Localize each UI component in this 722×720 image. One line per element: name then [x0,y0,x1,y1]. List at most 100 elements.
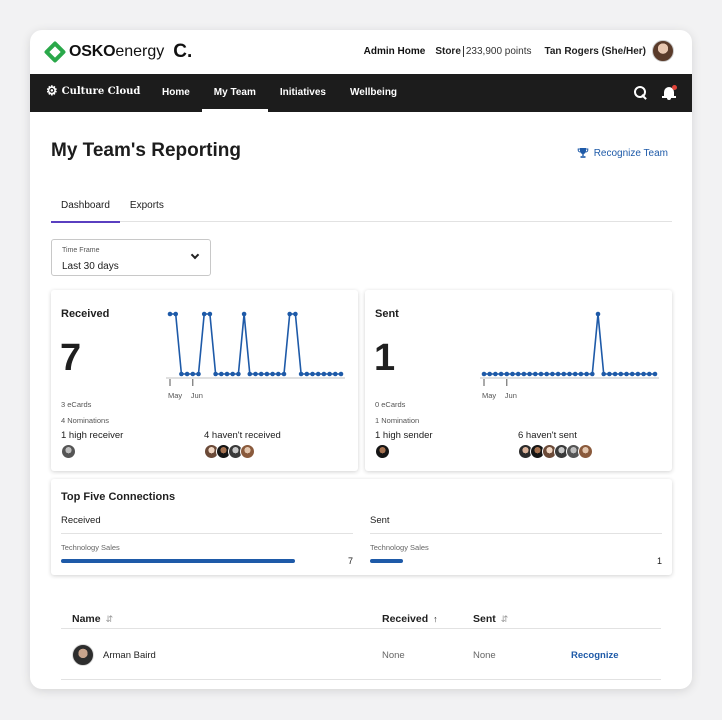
user-avatar[interactable] [652,40,674,62]
sparkline-point [550,371,555,377]
sparkline-point [641,371,646,377]
sent-total: 1 [374,337,396,379]
sparkline-point [253,371,258,377]
sparkline-point [179,371,184,377]
sparkline-point [310,371,315,377]
avatar[interactable] [72,644,94,666]
user-name[interactable]: Tan Rogers (She/Her) [545,46,647,57]
row-sent: None [473,650,496,661]
top-bar: OSKO energy C. Admin Home Store 233,900 … [30,30,692,74]
table-header-divider [61,628,661,629]
nav-item-my-team[interactable]: My Team [201,74,268,112]
received-title: Received [61,308,110,320]
app-window: OSKO energy C. Admin Home Store 233,900 … [30,30,692,689]
sparkline-point [555,371,561,377]
logo-energy-text: energy [115,43,165,60]
timeframe-select[interactable]: Time Frame Last 30 days [51,239,211,276]
sparkline-point [298,371,304,377]
connections-received-value: 7 [347,556,353,566]
column-received-label: Received [382,613,429,625]
culture-cloud-brand[interactable]: ⚙ Culture Cloud [46,85,140,98]
brand-label: Culture Cloud [61,86,141,97]
sparkline-point [213,371,218,377]
store-link[interactable]: Store [435,46,461,57]
sparkline-point [167,311,173,317]
high-receiver-avatars [61,444,76,459]
column-sent-label: Sent [473,613,496,625]
connections-sent-header: Sent [370,515,662,534]
timeframe-value: Last 30 days [62,261,119,272]
bell-icon[interactable] [662,85,677,100]
havent-received-avatars [204,444,255,459]
sparkline-point [196,371,201,377]
connections-received-bar [61,559,295,563]
column-header-name[interactable]: Name ⇵ [72,613,113,625]
cloud-gear-icon: ⚙ [46,84,58,99]
row-name[interactable]: Arman Baird [103,650,156,661]
received-total: 7 [60,337,82,379]
sparkline-point [544,371,549,377]
sort-icon: ⇵ [105,613,114,624]
osko-diamond-icon [43,40,67,64]
tab-dashboard[interactable]: Dashboard [51,192,120,223]
avatar[interactable] [375,444,390,459]
connections-title: Top Five Connections [61,491,176,503]
top-five-connections-card: Top Five Connections Received Technology… [51,479,672,575]
column-header-received[interactable]: Received ↑ [382,613,438,625]
logo-osko-text: OSKO [69,43,116,60]
avatar[interactable] [61,444,76,459]
sparkline-point [652,371,658,377]
havent-received-label: 4 haven't received [204,430,281,441]
avatar[interactable] [578,444,593,459]
received-sparkline: May Jun [166,311,345,400]
received-ecards: 3 eCards [61,400,92,409]
sparkline-month-label: Jun [505,391,517,400]
nav-item-home[interactable]: Home [150,74,202,112]
sparkline-point [481,371,487,377]
sparkline-point [584,371,589,377]
timeframe-label: Time Frame [62,247,100,254]
sparkline-point [281,371,287,377]
sparkline-point [493,371,498,377]
high-receiver-label: 1 high receiver [61,430,124,441]
nav-icons [633,85,677,100]
sent-sparkline: May Jun [480,311,659,400]
sparkline-point [321,371,327,377]
company-logo[interactable]: OSKO energy C. [43,40,192,64]
row-received: None [382,650,405,661]
havent-sent-label: 6 haven't sent [518,430,577,441]
admin-home-link[interactable]: Admin Home [364,46,426,57]
sparkline-point [538,371,544,377]
sparkline-point [647,371,652,377]
sparkline-point [533,371,538,377]
chevron-down-icon [190,250,200,260]
sparkline-point [595,311,601,317]
sparkline-point [241,311,247,317]
sparkline-line [484,313,655,375]
high-sender-avatars [375,444,390,459]
connections-received: Received Technology Sales 7 [61,515,353,570]
sparkline-point [612,371,618,377]
nav-item-initiatives[interactable]: Initiatives [268,74,338,112]
sort-icon: ⇵ [500,613,509,624]
sparkline-point [567,371,572,377]
recognize-team-label: Recognize Team [593,147,668,159]
column-header-sent[interactable]: Sent ⇵ [473,613,508,625]
recognize-team-button[interactable]: Recognize Team [577,147,668,159]
search-icon[interactable] [633,85,648,100]
connections-sent-bar [370,559,403,563]
sparkline-point [304,371,310,377]
received-card: Received 7 3 eCards 4 Nominations 1 high… [51,290,358,471]
page-title: My Team's Reporting [51,140,241,161]
tab-exports[interactable]: Exports [120,192,174,222]
high-sender-label: 1 high sender [375,430,433,441]
sort-up-icon: ↑ [433,614,438,624]
avatar[interactable] [240,444,255,459]
sparkline-point [258,371,264,377]
sparkline-point [173,311,178,317]
recognize-link[interactable]: Recognize [571,650,619,661]
points-balance: 233,900 points [465,45,532,57]
sparkline-point [635,371,641,377]
sparkline-point [224,371,230,377]
nav-item-wellbeing[interactable]: Wellbeing [338,74,409,112]
